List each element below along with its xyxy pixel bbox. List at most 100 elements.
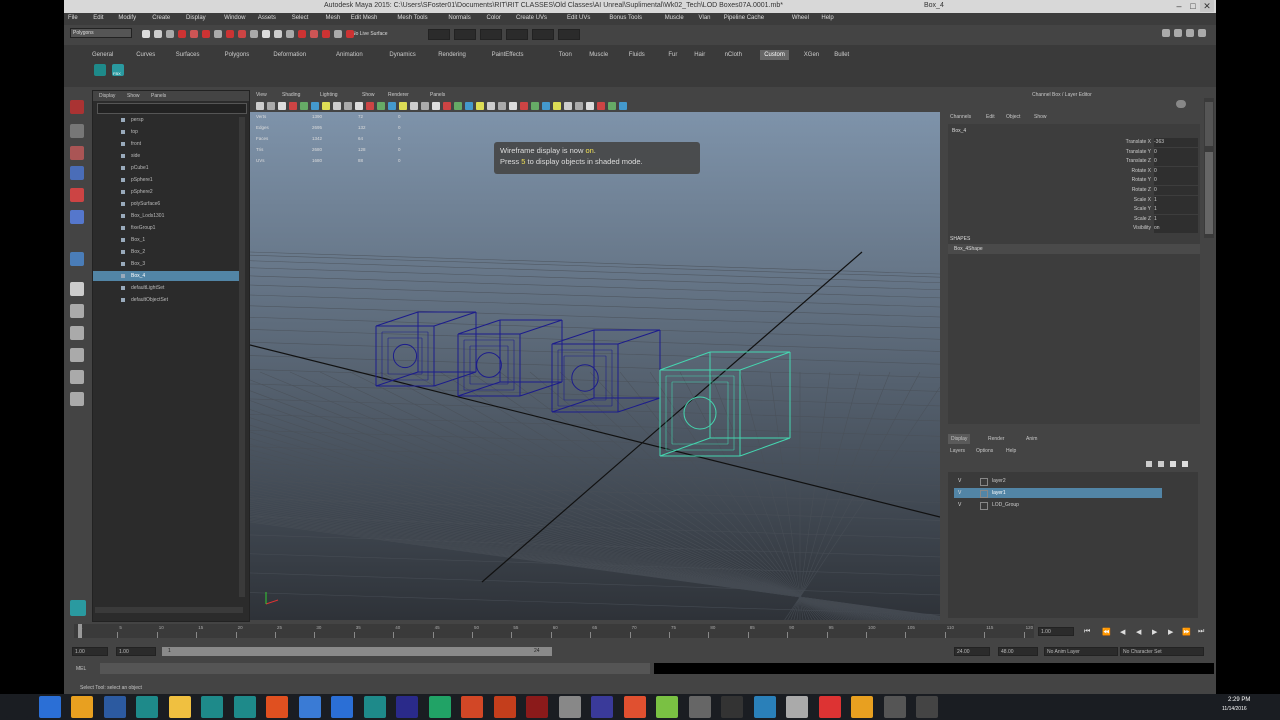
outliner-menu-show[interactable]: Show — [127, 93, 140, 99]
outliner-menu-display[interactable]: Display — [99, 93, 115, 99]
step-forward-key-icon[interactable]: ⏩ — [1182, 628, 1191, 636]
taskbar-app-icon[interactable] — [136, 696, 158, 718]
outliner-search-input[interactable] — [97, 103, 247, 114]
playback-start-field[interactable]: 1.00 — [116, 647, 156, 656]
viewport-menu-renderer[interactable]: Renderer — [388, 92, 409, 98]
channel-attribute[interactable]: Visibility on — [1048, 224, 1198, 234]
menu-color[interactable]: Color — [487, 15, 501, 21]
taskbar-app-icon[interactable] — [461, 696, 483, 718]
lasso-tool-icon[interactable] — [70, 124, 84, 138]
shelf-tab-curves[interactable]: Curves — [132, 50, 159, 60]
taskbar-app-icon[interactable] — [883, 696, 906, 718]
taskbar-app-icon[interactable] — [168, 696, 191, 718]
shelf-tab-ncloth[interactable]: nCloth — [721, 50, 746, 60]
shelf-tab-custom[interactable]: Custom — [760, 50, 789, 60]
viewport-toolbar-icon[interactable] — [465, 102, 473, 110]
viewport-toolbar-icon[interactable] — [311, 102, 319, 110]
current-time-marker[interactable] — [78, 624, 82, 638]
viewport-toolbar-icon[interactable] — [278, 102, 286, 110]
status-field[interactable] — [506, 29, 528, 40]
rotate-tool-icon[interactable] — [70, 188, 84, 202]
status-tool-icon[interactable] — [190, 30, 198, 38]
status-tool-icon[interactable] — [262, 30, 270, 38]
end-time-field[interactable]: 48.00 — [998, 647, 1038, 656]
viewport-toolbar-icon[interactable] — [564, 102, 572, 110]
status-tool-icon[interactable] — [142, 30, 150, 38]
taskbar-app-icon[interactable] — [363, 696, 386, 718]
channel-attribute-value[interactable]: on — [1154, 224, 1198, 234]
layer-move-up-icon[interactable] — [1146, 461, 1152, 467]
taskbar-app-icon[interactable] — [298, 696, 321, 718]
layer-row[interactable]: Vlayer2 — [954, 476, 1162, 486]
viewport-toolbar-icon[interactable] — [575, 102, 583, 110]
layer-tab-anim[interactable]: Anim — [1026, 434, 1037, 444]
taskbar-app-icon[interactable] — [103, 696, 126, 718]
viewport-toolbar-icon[interactable] — [619, 102, 627, 110]
outliner-menu-panels[interactable]: Panels — [151, 93, 166, 99]
taskbar-app-icon[interactable] — [916, 696, 938, 718]
status-tool-icon[interactable] — [322, 30, 330, 38]
layer-visibility-toggle[interactable]: V — [958, 488, 961, 498]
menu-bonus-tools[interactable]: Bonus Tools — [609, 15, 642, 21]
taskbar-app-icon[interactable] — [623, 696, 646, 718]
viewport-toolbar-icon[interactable] — [289, 102, 297, 110]
taskbar-app-icon[interactable] — [396, 696, 418, 718]
shelf-tab-rendering[interactable]: Rendering — [434, 50, 470, 60]
attribute-editor-tab[interactable] — [1205, 102, 1213, 146]
channel-attribute[interactable]: Translate Y0 — [1048, 147, 1198, 157]
outliner-item[interactable]: pCube1 — [93, 163, 239, 173]
outliner-item[interactable]: Box_2 — [93, 247, 239, 257]
viewport-menu-view[interactable]: View — [256, 92, 267, 98]
cb-menu-show[interactable]: Show — [1034, 114, 1047, 120]
four-view-icon[interactable] — [70, 304, 84, 318]
outliner-item[interactable]: front — [93, 139, 239, 149]
menu-display[interactable]: Display — [186, 15, 206, 21]
channel-attribute[interactable]: Rotate Y0 — [1048, 176, 1198, 186]
status-tool-icon[interactable] — [238, 30, 246, 38]
shelf-tab-bullet[interactable]: Bullet — [830, 50, 853, 60]
taskbar-app-icon[interactable] — [786, 696, 808, 718]
shelf-tab-toon[interactable]: Toon — [555, 50, 576, 60]
menu-set-dropdown[interactable]: Polygons — [70, 28, 132, 38]
status-tool-icon[interactable] — [310, 30, 318, 38]
command-input[interactable] — [100, 663, 650, 674]
shelf-tab-animation[interactable]: Animation — [332, 50, 367, 60]
cb-menu-object[interactable]: Object — [1006, 114, 1020, 120]
scale-tool-icon[interactable] — [70, 210, 84, 224]
menu-create[interactable]: Create — [152, 15, 170, 21]
channel-attribute[interactable]: Rotate Z0 — [1048, 186, 1198, 195]
layout-icon[interactable] — [70, 392, 84, 406]
menu-vlan[interactable]: Vlan — [699, 15, 711, 21]
maximize-button[interactable]: □ — [1186, 0, 1200, 12]
status-tool-icon[interactable] — [202, 30, 210, 38]
move-tool-icon[interactable] — [70, 166, 84, 180]
playback-end-field[interactable]: 24.00 — [954, 647, 990, 656]
channel-attribute-value[interactable]: 0 — [1154, 186, 1198, 195]
taskbar-app-icon[interactable] — [688, 696, 711, 718]
step-back-key-icon[interactable]: ⏪ — [1102, 628, 1111, 636]
outliner-item[interactable]: defaultLightSet — [93, 283, 239, 293]
viewport-toolbar-icon[interactable] — [476, 102, 484, 110]
viewport-toolbar-icon[interactable] — [443, 102, 451, 110]
shelf-tab-xgen[interactable]: XGen — [800, 50, 823, 60]
channel-attribute[interactable]: Translate X -363 — [1048, 138, 1198, 147]
status-field[interactable] — [428, 29, 450, 40]
layer-color-swatch[interactable] — [980, 478, 988, 486]
outliner-item[interactable]: polySurface6 — [93, 199, 239, 209]
layer-row[interactable]: V LOD_Group — [954, 500, 1162, 510]
viewport-toolbar-icon[interactable] — [322, 102, 330, 110]
viewport-toolbar-icon[interactable] — [597, 102, 605, 110]
viewport-toolbar-icon[interactable] — [487, 102, 495, 110]
taskbar-app-icon[interactable] — [851, 696, 873, 718]
channel-attribute[interactable]: Scale X1 — [1048, 195, 1198, 205]
menu-create-uvs[interactable]: Create UVs — [516, 15, 547, 21]
viewport-toolbar-icon[interactable] — [553, 102, 561, 110]
taskbar-app-icon[interactable] — [331, 696, 353, 718]
status-field[interactable] — [558, 29, 580, 40]
start-time-field[interactable]: 1.00 — [72, 647, 108, 656]
viewport-toolbar-icon[interactable] — [333, 102, 341, 110]
layer-visibility-toggle[interactable]: V — [958, 500, 961, 510]
hypershade-persp-icon[interactable] — [70, 370, 84, 384]
outliner-item[interactable]: Box_1 — [93, 235, 239, 245]
taskbar-app-icon[interactable] — [753, 696, 776, 718]
